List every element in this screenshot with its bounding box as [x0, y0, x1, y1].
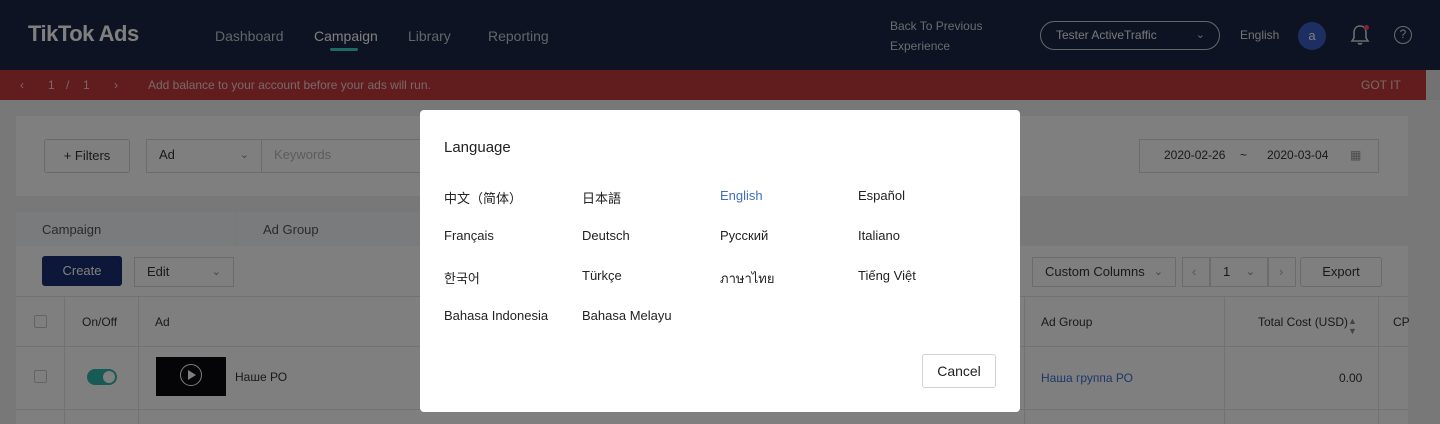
cancel-button[interactable]: Cancel [922, 354, 996, 388]
language-option-indonesian[interactable]: Bahasa Indonesia [444, 308, 548, 323]
language-option-russian[interactable]: Русский [720, 228, 768, 243]
language-option-korean[interactable]: 한국어 [444, 268, 480, 287]
language-option-english[interactable]: English [720, 188, 763, 203]
language-option-thai[interactable]: ภาษาไทย [720, 268, 774, 289]
modal-title: Language [444, 139, 511, 156]
language-option-french[interactable]: Français [444, 228, 494, 243]
language-option-german[interactable]: Deutsch [582, 228, 630, 243]
language-option-italian[interactable]: Italiano [858, 228, 900, 243]
language-modal: Language 中文（简体） 日本語 English Español Fran… [420, 110, 1020, 412]
language-option-spanish[interactable]: Español [858, 188, 905, 203]
language-option-japanese[interactable]: 日本語 [582, 188, 621, 207]
language-option-turkish[interactable]: Türkçe [582, 268, 622, 283]
language-option-vietnamese[interactable]: Tiếng Việt [858, 268, 916, 283]
language-option-chinese-simplified[interactable]: 中文（简体） [444, 188, 522, 207]
language-option-malay[interactable]: Bahasa Melayu [582, 308, 672, 323]
